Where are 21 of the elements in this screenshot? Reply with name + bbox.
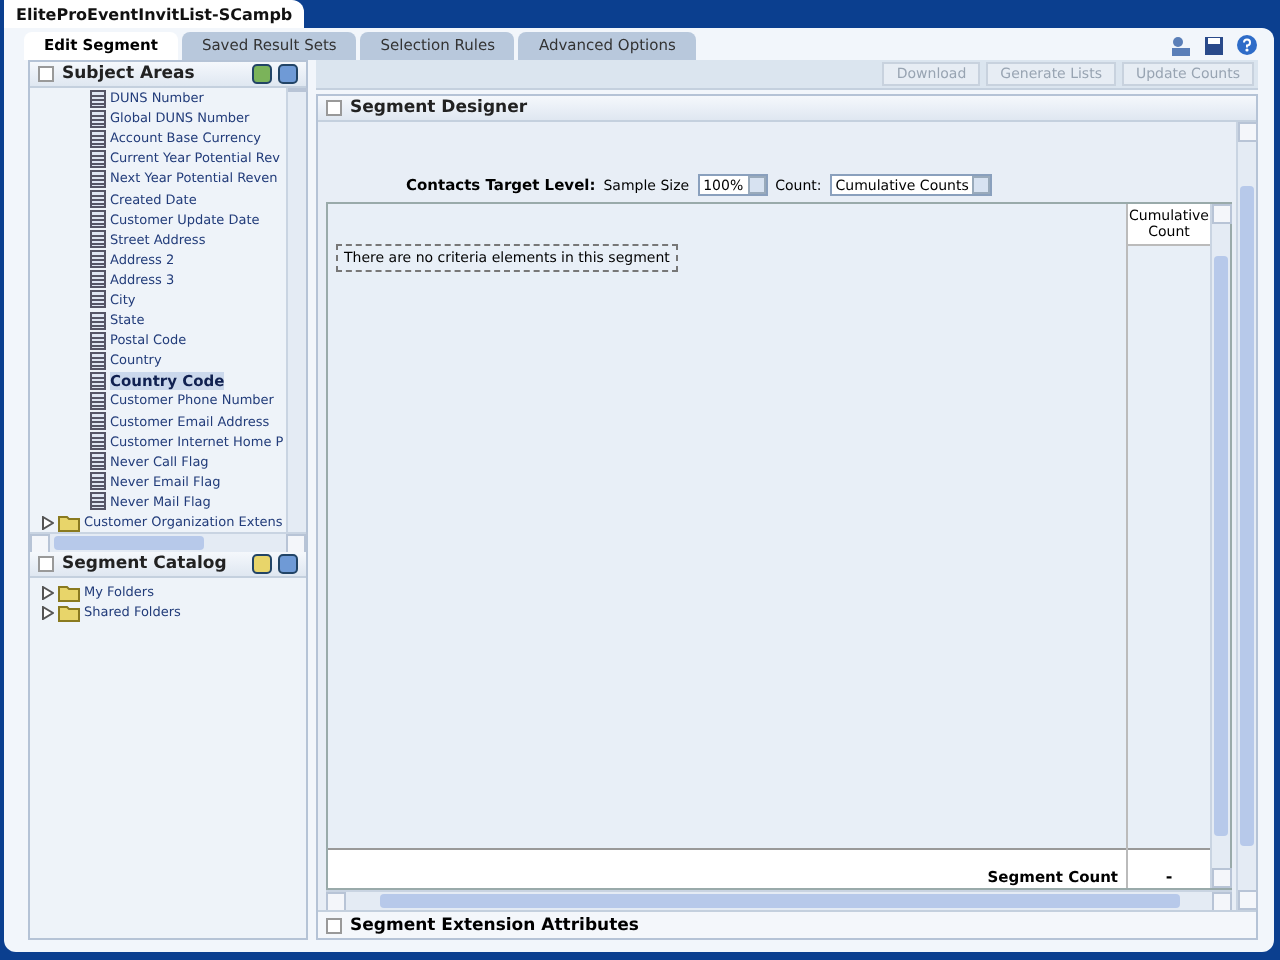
save-icon[interactable] (1204, 35, 1224, 55)
panel-title: Segment Designer (350, 98, 528, 118)
panel-title: Segment Extension Attributes (350, 915, 639, 935)
window-title: EliteProEventInvitList-SCampb (4, 0, 305, 28)
vertical-scrollbar[interactable] (1236, 122, 1256, 910)
segment-count-value: - (1128, 848, 1210, 888)
help-icon[interactable] (1236, 34, 1258, 56)
panel-title: Subject Areas (62, 64, 195, 84)
collapse-toggle[interactable] (38, 556, 54, 572)
panel-title: Segment Catalog (62, 554, 227, 574)
horizontal-scrollbar[interactable] (30, 532, 306, 552)
expand-icon[interactable] (42, 515, 54, 530)
folder-icon (58, 603, 80, 622)
folder-icon (58, 583, 80, 602)
vertical-scrollbar[interactable] (1210, 204, 1230, 888)
expand-toggle[interactable] (326, 917, 342, 933)
collapse-toggle[interactable] (326, 100, 342, 116)
horizontal-scrollbar[interactable] (326, 890, 1232, 910)
vertical-scrollbar[interactable] (286, 88, 306, 532)
collapse-toggle[interactable] (38, 66, 54, 82)
people-icon[interactable] (1170, 35, 1192, 55)
